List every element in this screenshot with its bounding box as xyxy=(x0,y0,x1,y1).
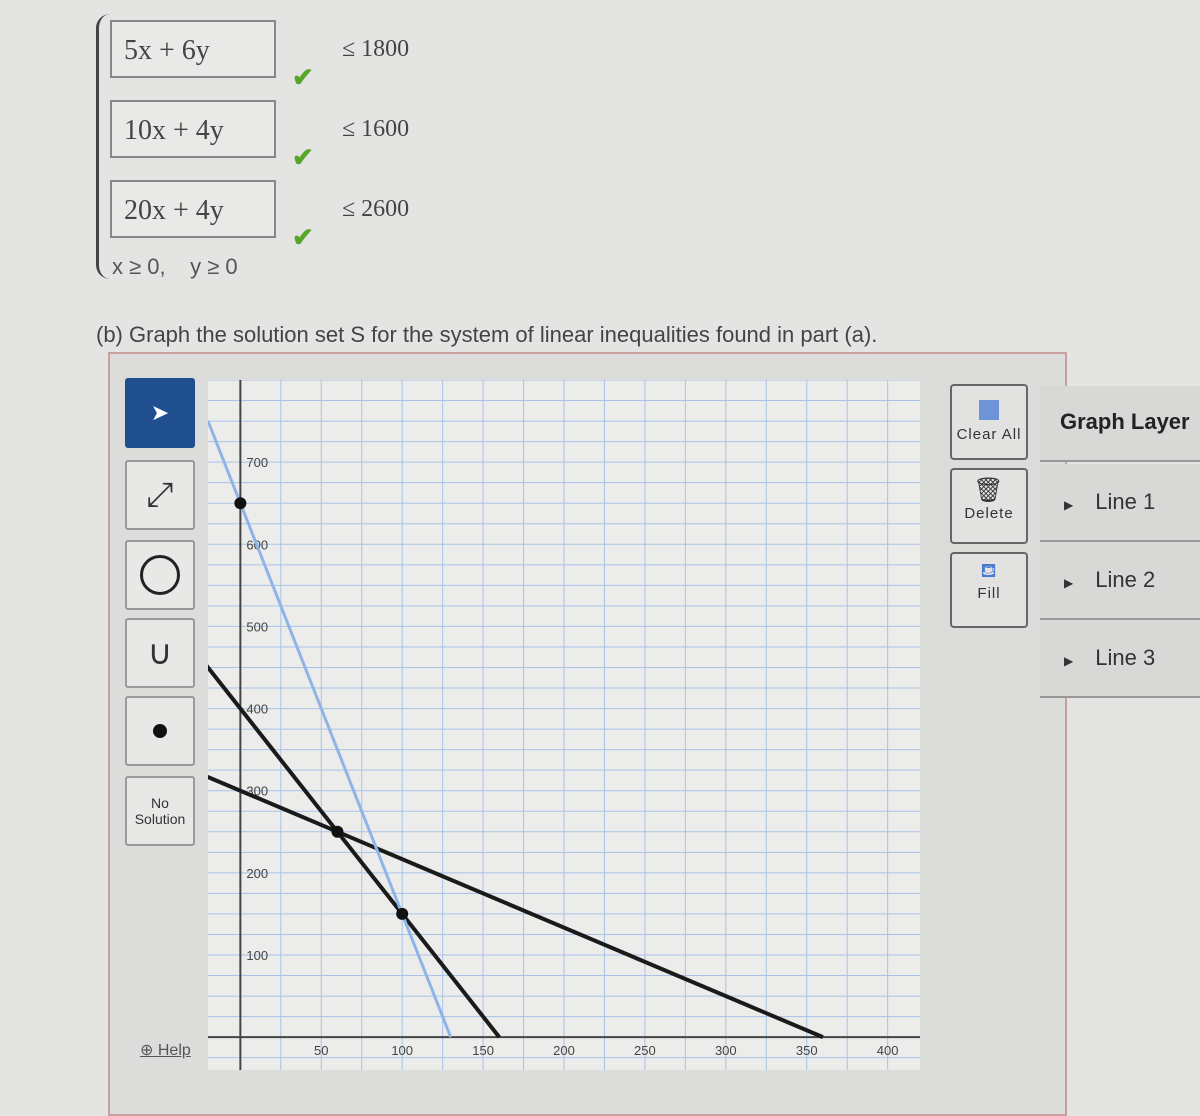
y-tick-label: 200 xyxy=(246,866,268,881)
marked-point xyxy=(396,907,409,920)
trash-icon: 🗑 xyxy=(973,477,1005,504)
help-link[interactable]: ⊕ Help xyxy=(140,1040,191,1060)
expand-icon: ▶ xyxy=(1064,576,1074,590)
question-text: (b) Graph the solution set S for the sys… xyxy=(96,322,878,347)
lhs-input-2[interactable]: 10x + 4y xyxy=(110,100,276,158)
lhs-input-1[interactable]: 5x + 6y xyxy=(110,20,276,78)
y-tick-label: 500 xyxy=(246,619,268,634)
check-icon: ✔ xyxy=(292,222,314,252)
paint-bucket-icon: ⛾ xyxy=(980,560,998,582)
pointer-tool[interactable]: ➤ xyxy=(125,378,195,448)
clear-icon xyxy=(979,400,999,420)
x-tick-label: 200 xyxy=(553,1043,575,1058)
fill-button[interactable]: ⛾ Fill xyxy=(950,552,1028,628)
layer-item[interactable]: ▶ Line 1 xyxy=(1040,464,1200,542)
rhs-1: ≤ 1800 xyxy=(342,36,410,62)
check-icon: ✔ xyxy=(292,142,314,172)
rhs-3: ≤ 2600 xyxy=(342,196,410,222)
help-label: Help xyxy=(157,1042,191,1059)
x-tick-label: 250 xyxy=(634,1043,656,1058)
circle-tool[interactable] xyxy=(125,540,195,610)
x-tick-label: 400 xyxy=(877,1043,899,1058)
parabola-tool[interactable]: ∪ xyxy=(125,618,195,688)
expand-icon: ▶ xyxy=(1064,654,1074,668)
graph-canvas[interactable]: 5010015020025030035040010020030040050060… xyxy=(208,380,920,1070)
line-tool[interactable]: ⤢ xyxy=(125,460,195,530)
y-tick-label: 700 xyxy=(246,455,268,470)
marked-point xyxy=(331,825,344,838)
no-solution-button[interactable]: No Solution xyxy=(125,776,195,846)
marked-point xyxy=(234,497,247,510)
line-icon: ⤢ xyxy=(146,475,174,514)
expand-icon: ▶ xyxy=(1064,498,1074,512)
y-tick-label: 400 xyxy=(246,702,268,717)
x-tick-label: 300 xyxy=(715,1043,737,1058)
parabola-icon: ∪ xyxy=(147,634,173,672)
circle-icon xyxy=(140,555,180,595)
layer-label: Line 2 xyxy=(1095,567,1156,592)
x-tick-label: 50 xyxy=(314,1043,328,1058)
rhs-2: ≤ 1600 xyxy=(342,116,410,142)
x-tick-label: 150 xyxy=(472,1043,494,1058)
point-tool[interactable] xyxy=(125,696,195,766)
clear-all-label: Clear All xyxy=(956,426,1022,443)
x-tick-label: 100 xyxy=(391,1043,413,1058)
clear-all-button[interactable]: Clear All xyxy=(950,384,1028,460)
point-icon xyxy=(153,724,167,738)
nonnegativity: x ≥ 0, y ≥ 0 xyxy=(112,254,238,279)
delete-label: Delete xyxy=(964,505,1014,522)
x-tick-label: 350 xyxy=(796,1043,818,1058)
layer-item[interactable]: ▶ Line 2 xyxy=(1040,542,1200,620)
layer-item[interactable]: ▶ Line 3 xyxy=(1040,620,1200,698)
fill-label: Fill xyxy=(977,585,1001,602)
lhs-input-3[interactable]: 20x + 4y xyxy=(110,180,276,238)
delete-button[interactable]: 🗑 Delete xyxy=(950,468,1028,544)
graph-layer-title: Graph Layer xyxy=(1040,386,1200,462)
layer-label: Line 3 xyxy=(1095,645,1156,670)
y-tick-label: 100 xyxy=(246,948,268,963)
arrow-icon: ➤ xyxy=(150,400,170,425)
layer-label: Line 1 xyxy=(1095,489,1156,514)
check-icon: ✔ xyxy=(292,62,314,92)
